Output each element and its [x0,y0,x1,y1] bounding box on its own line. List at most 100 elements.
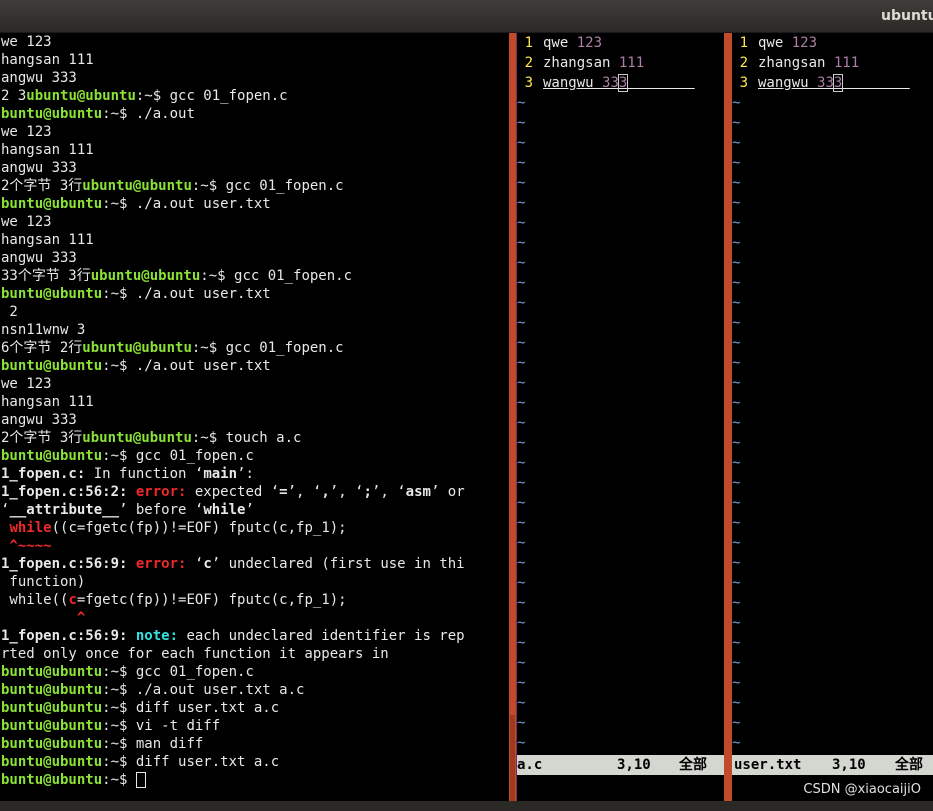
terminal-line: hangsan 111 [1,231,509,249]
vim-empty-line: ~ [517,675,526,691]
vim-empty-line: ~ [517,175,526,191]
vim-empty-line: ~ [517,255,526,271]
terminal-text: :~$ ./a.out user.txt [102,358,271,374]
terminal-line: angwu 333 [1,69,509,87]
vim-empty-line: ~ [732,275,741,291]
terminal-text: 2个字节 3行 [1,430,83,446]
vim-empty-line: ~ [517,535,526,551]
terminal-text: :~$ ./a.out user.txt [102,286,271,302]
terminal-text: , [321,484,330,500]
terminal-line: function) [1,573,509,591]
terminal-text: ’ [245,502,254,518]
watermark: CSDN @xiaocaijiO [803,782,921,797]
vim-line[interactable]: 3 wangwu 333 [732,73,910,93]
terminal-line: buntu@ubuntu:~$ ./a.out user.txt [1,285,509,303]
vim-empty-line: ~ [732,615,741,631]
bottom-panel [0,801,933,811]
vim-empty-line: ~ [732,515,741,531]
terminal-text: :~$ ./a.out user.txt a.c [102,682,305,698]
terminal-line: 1_fopen.c:56:9: note: each undeclared id… [1,627,509,645]
terminal-text: :~$ diff user.txt a.c [102,754,280,770]
vim-empty-line: ~ [517,135,526,151]
terminal-text: hangsan 111 [1,232,94,248]
line-number: 1 [739,35,748,51]
terminal-text: while(( [1,592,69,608]
vim-pane-user-txt[interactable]: 1 qwe 123 2 zhangsan 111 3 wangwu 333 ~ ~ ~ ~ ~ ~ ~… [732,33,933,801]
terminal-text: :~$ touch a.c [191,430,302,446]
terminal-text: 1_fopen.c:56:2: [1,484,136,500]
vim-empty-line: ~ [517,315,526,331]
terminal-line: 33个字节 3行ubuntu@ubuntu:~$ gcc 01_fopen.c [1,267,509,285]
terminal-text: angwu 333 [1,70,77,86]
terminal-line: 1_fopen.c:56:9: error: ‘c’ undeclared (f… [1,555,509,573]
vim-empty-line: ~ [517,575,526,591]
vim-empty-line: ~ [732,555,741,571]
pane-divider-left[interactable] [509,33,516,801]
terminal-text: ubuntu@ubuntu [26,88,136,104]
vim-empty-line: ~ [517,155,526,171]
vim-empty-line: ~ [517,235,526,251]
scrollbar-thumb[interactable] [510,715,515,801]
vim-empty-line: ~ [732,435,741,451]
vim-empty-line: ~ [732,215,741,231]
status-position: 3,10 [832,757,866,773]
terminal-text: ; [363,484,372,500]
terminal-line: while((c=fgetc(fp))!=EOF) fputc(c,fp_1); [1,591,509,609]
terminal-text: :~$ vi -t diff [102,718,221,734]
terminal-pane[interactable]: we 123 hangsan 111 angwu 333 2 3ubuntu@ubun… [0,33,509,801]
vim-line[interactable]: 3 wangwu 333 [517,73,695,93]
terminal-text: ubuntu@ubuntu [82,340,192,356]
vim-pane-a-c[interactable]: 1 qwe 123 2 zhangsan 111 3 wangwu 333 ~ ~ ~ ~ ~ ~ ~… [517,33,724,801]
line-text: zhangsan [758,55,834,71]
terminal-text: buntu@ubuntu [1,772,103,788]
vim-empty-line: ~ [517,555,526,571]
vim-empty-line: ~ [517,615,526,631]
terminal-text: buntu@ubuntu [1,196,103,212]
terminal-text: 1_fopen.c: [1,466,86,482]
vim-empty-line: ~ [732,95,741,111]
terminal-line: buntu@ubuntu:~$ vi -t diff [1,717,509,735]
vim-line[interactable]: 2 zhangsan 111 [732,53,910,73]
line-number: 3 [739,75,748,91]
vim-empty-line: ~ [732,295,741,311]
terminal-line: buntu@ubuntu:~$ ./a.out [1,105,509,123]
terminal-line: 2 [1,303,509,321]
pane-divider-right[interactable] [724,33,732,801]
line-text: zhangsan [543,55,619,71]
vim-line[interactable]: 1 qwe 123 [517,33,695,53]
vim-empty-line: ~ [517,415,526,431]
line-number: 1 [524,35,533,51]
vim-status-bar-left: a.c 3,10 全部 [517,755,724,775]
terminal-line: while((c=fgetc(fp))!=EOF) fputc(c,fp_1); [1,519,509,537]
terminal-text: rted only once for each function it appe… [1,646,389,662]
vim-empty-line: ~ [517,515,526,531]
terminal-text: c [68,592,77,608]
vim-empty-line: ~ [732,455,741,471]
terminal-line: hangsan 111 [1,393,509,411]
vim-line[interactable]: 2 zhangsan 111 [517,53,695,73]
vim-line[interactable]: 1 qwe 123 [732,33,910,53]
terminal-text: 2个字节 3行 [1,178,83,194]
line-text: wangwu [543,75,603,91]
vim-empty-line: ~ [517,655,526,671]
terminal-text: ubuntu@ubuntu [90,268,201,284]
terminal-line: ^~~~~ [1,537,509,555]
vim-empty-line: ~ [517,695,526,711]
terminal-line: we 123 [1,213,509,231]
status-scope: 全部 [679,757,707,773]
line-value: 333 [602,74,629,92]
vim-empty-line: ~ [732,175,741,191]
vim-status-bar-right: user.txt 3,10 全部 [732,755,933,775]
terminal-text: buntu@ubuntu [1,682,103,698]
terminal-text: we 123 [1,214,52,230]
terminal-text: ubuntu@ubuntu [82,430,192,446]
terminal-text: :~$ gcc 01_fopen.c [102,664,254,680]
terminal-text: expected ‘ [194,484,280,500]
terminal-line: 2 3ubuntu@ubuntu:~$ gcc 01_fopen.c [1,87,509,105]
terminal-text: :~$ gcc 01_fopen.c [102,448,254,464]
terminal-text: buntu@ubuntu [1,448,103,464]
terminal-text: we 123 [1,124,52,140]
terminal-line: buntu@ubuntu:~$ gcc 01_fopen.c [1,663,509,681]
line-text: wangwu [758,75,818,91]
terminal-text: ’, ‘ [329,484,364,500]
